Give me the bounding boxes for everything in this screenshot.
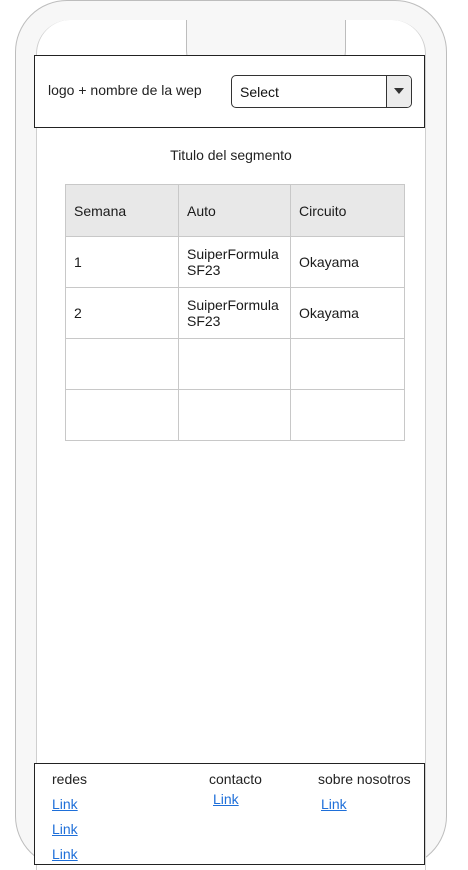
table-row [65, 338, 405, 390]
select-value: Select [240, 84, 279, 100]
table-cell [65, 389, 179, 441]
chevron-down-icon [394, 88, 404, 94]
footer-redes-link[interactable]: Link [52, 796, 78, 812]
table-cell: Okayama [290, 287, 405, 339]
select-toggle-button[interactable] [386, 76, 411, 107]
table-row: 1 SuiperFormula SF23 Okayama [65, 236, 405, 288]
table-cell: Okayama [290, 236, 405, 288]
column-header-semana: Semana [65, 184, 179, 237]
table-cell: 2 [65, 287, 179, 339]
header-select[interactable]: Select [231, 75, 412, 108]
table-cell [178, 338, 291, 390]
segment-title: Titulo del segmento [170, 147, 292, 163]
footer-redes-link[interactable]: Link [52, 846, 78, 862]
table-header-row: Semana Auto Circuito [65, 184, 405, 237]
footer-redes-title: redes [52, 771, 88, 787]
table-row: 2 SuiperFormula SF23 Okayama [65, 287, 405, 339]
brand-logo-text: logo + nombre de la wep [48, 82, 202, 98]
column-header-circuito: Circuito [290, 184, 405, 237]
table-cell [178, 389, 291, 441]
table-cell [290, 338, 405, 390]
table-cell: 1 [65, 236, 179, 288]
footer-redes-link[interactable]: Link [52, 821, 78, 837]
table-row [65, 389, 405, 441]
data-table: Semana Auto Circuito 1 SuiperFormula SF2… [65, 184, 405, 441]
footer-sobre-link[interactable]: Link [321, 796, 347, 812]
footer-contacto-link[interactable]: Link [213, 791, 239, 807]
table-cell [290, 389, 405, 441]
table-cell: SuiperFormula SF23 [178, 287, 291, 339]
column-header-auto: Auto [178, 184, 291, 237]
header: logo + nombre de la wep Select [34, 55, 425, 128]
table-cell [65, 338, 179, 390]
table-cell: SuiperFormula SF23 [178, 236, 291, 288]
footer-sobre-title: sobre nosotros [318, 771, 411, 787]
footer: redes Link Link Link contacto Link sobre… [34, 763, 425, 865]
footer-contacto-title: contacto [209, 771, 262, 787]
